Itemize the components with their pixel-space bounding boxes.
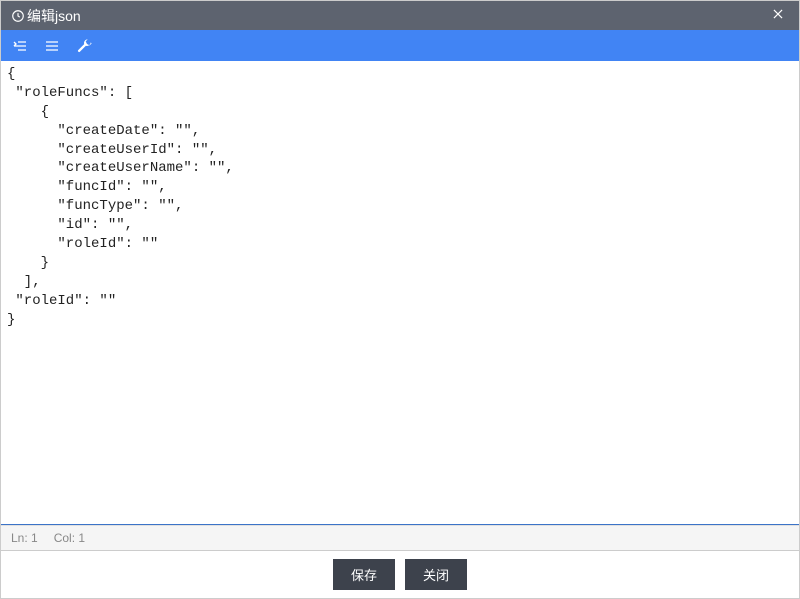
footer: 保存 关闭 xyxy=(1,550,799,598)
statusbar: Ln: 1 Col: 1 xyxy=(1,525,799,550)
toolbar xyxy=(1,30,799,61)
window-title: 编辑json xyxy=(27,6,767,26)
col-indicator: Col: 1 xyxy=(54,531,85,545)
wrench-icon[interactable] xyxy=(73,35,95,57)
save-button[interactable]: 保存 xyxy=(333,559,395,590)
close-icon[interactable] xyxy=(767,7,789,25)
clock-icon xyxy=(11,9,25,23)
titlebar: 编辑json xyxy=(1,1,799,30)
format-indent-icon[interactable] xyxy=(9,35,31,57)
format-outdent-icon[interactable] xyxy=(41,35,63,57)
line-indicator: Ln: 1 xyxy=(11,531,38,545)
json-editor[interactable]: { "roleFuncs": [ { "createDate": "", "cr… xyxy=(1,61,799,525)
close-button[interactable]: 关闭 xyxy=(405,559,467,590)
